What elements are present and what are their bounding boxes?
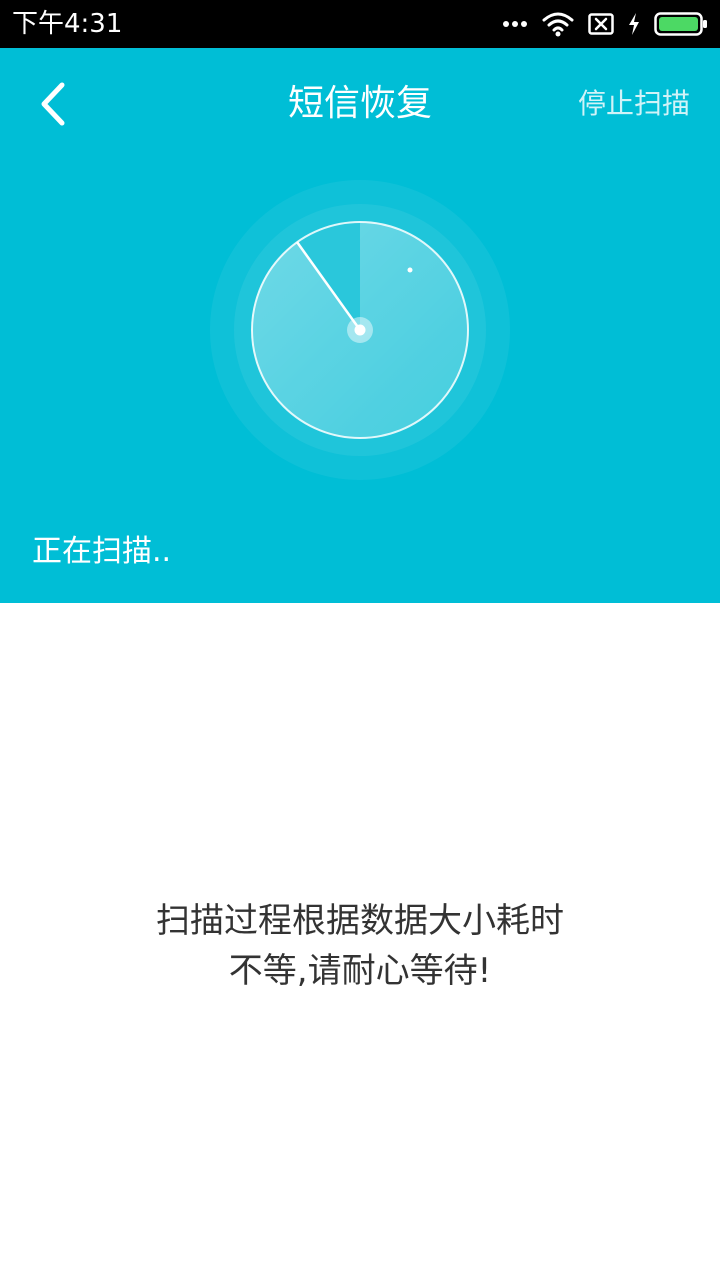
scan-area: 短信恢复 停止扫描 正在扫描..	[0, 48, 720, 603]
scan-status-text: 正在扫描..	[32, 534, 172, 569]
screen: 下午4:31 短信恢复 停止扫描 正在扫描.. 扫描过程根据数据大小耗时 不等,…	[0, 0, 720, 1280]
waiting-message-line-1: 扫描过程根据数据大小耗时	[156, 901, 564, 941]
radar-center-dot	[354, 324, 366, 336]
waiting-message: 扫描过程根据数据大小耗时 不等,请耐心等待!	[0, 896, 720, 996]
battery-icon	[654, 12, 708, 36]
radar-blip	[407, 267, 413, 273]
status-bar: 下午4:31	[0, 0, 720, 48]
status-icons	[502, 0, 708, 48]
charging-bolt-icon	[628, 13, 640, 35]
waiting-message-line-2: 不等,请耐心等待!	[228, 951, 492, 991]
sim-x-icon	[588, 13, 614, 35]
status-time: 下午4:31	[12, 9, 123, 39]
stop-scan-button[interactable]: 停止扫描	[578, 82, 690, 126]
wifi-icon	[542, 11, 574, 37]
radar-scanner	[210, 180, 510, 480]
more-dots-icon	[502, 20, 528, 28]
